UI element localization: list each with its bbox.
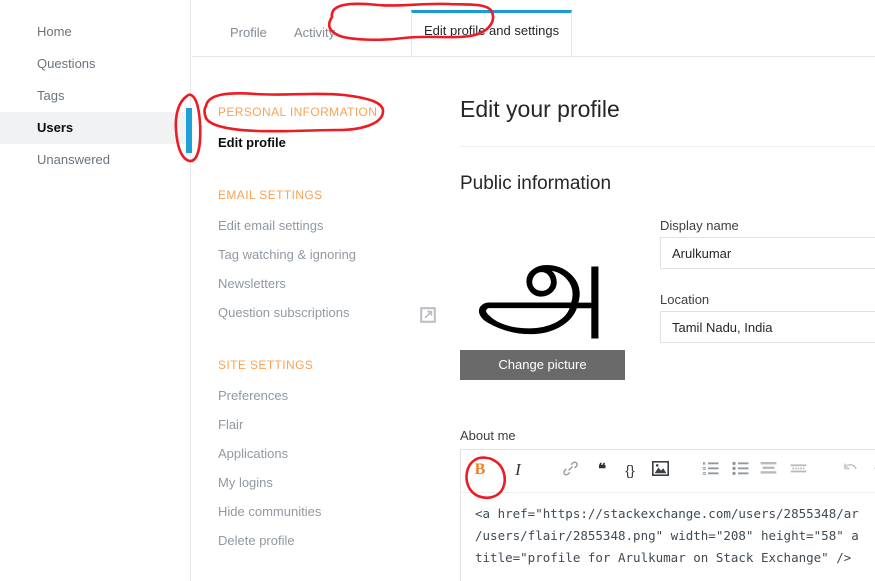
sidebar-item-users[interactable]: Users [0, 112, 190, 144]
horizontal-rule-icon[interactable] [787, 460, 809, 480]
editor-toolbar: B I ❝ {} [461, 450, 875, 493]
section-title-public-information: Public information [460, 173, 612, 194]
location-label: Location [660, 292, 710, 307]
avatar: அ [475, 220, 610, 350]
display-name-input[interactable]: Arulkumar [660, 237, 875, 269]
code-icon[interactable]: {} [619, 460, 641, 480]
settings-item-applications[interactable]: Applications [192, 446, 460, 461]
settings-item-question-subscriptions-label: Question subscriptions [218, 305, 350, 320]
settings-item-flair[interactable]: Flair [192, 417, 460, 432]
settings-navigation: PERSONAL INFORMATION Edit profile EMAIL … [192, 57, 460, 581]
about-me-editor: B I ❝ {} <a href="https://stackexchange.… [460, 449, 875, 581]
redo-icon[interactable] [869, 460, 875, 480]
settings-item-my-logins[interactable]: My logins [192, 475, 460, 490]
external-link-icon [420, 307, 436, 323]
settings-item-question-subscriptions[interactable]: Question subscriptions [192, 305, 460, 323]
settings-group-heading-site-settings: SITE SETTINGS [218, 358, 314, 372]
blockquote-icon[interactable]: ❝ [591, 460, 613, 480]
ordered-list-icon[interactable] [699, 460, 721, 480]
change-picture-button[interactable]: Change picture [460, 350, 625, 380]
location-input[interactable]: Tamil Nadu, India [660, 311, 875, 343]
settings-item-edit-profile[interactable]: Edit profile [192, 135, 460, 150]
location-field-group: Location Tamil Nadu, India [660, 292, 875, 343]
sidebar-item-unanswered[interactable]: Unanswered [0, 144, 190, 176]
about-me-textarea[interactable]: <a href="https://stackexchange.com/users… [461, 493, 875, 581]
avatar-block: அ Change picture [460, 220, 625, 380]
bold-icon[interactable]: B [469, 460, 491, 480]
sidebar-item-home[interactable]: Home [0, 16, 190, 48]
edit-profile-main-panel: Edit your profile Public information அ C… [460, 57, 875, 581]
site-navigation-sidebar: Home Questions Tags Users Unanswered [0, 0, 191, 581]
display-name-field-group: Display name Arulkumar [660, 218, 875, 269]
about-me-label: About me [460, 428, 516, 443]
settings-item-edit-email-settings[interactable]: Edit email settings [192, 218, 460, 233]
settings-item-newsletters[interactable]: Newsletters [192, 276, 460, 291]
tab-profile[interactable]: Profile [218, 17, 279, 52]
tab-activity[interactable]: Activity [282, 17, 347, 52]
sidebar-top-spacer [0, 0, 190, 16]
heading-icon[interactable] [757, 460, 779, 480]
italic-icon[interactable]: I [507, 460, 529, 480]
undo-icon[interactable] [839, 460, 861, 480]
settings-group-heading-personal-information: PERSONAL INFORMATION [218, 105, 378, 119]
settings-item-hide-communities[interactable]: Hide communities [192, 504, 460, 519]
tab-edit-profile-and-settings[interactable]: Edit profile and settings [411, 10, 573, 56]
display-name-label: Display name [660, 218, 739, 233]
settings-item-tag-watching-and-ignoring[interactable]: Tag watching & ignoring [192, 247, 460, 262]
profile-tabs: Profile Activity Edit profile and settin… [192, 0, 875, 57]
page-title: Edit your profile [460, 96, 620, 122]
bulleted-list-icon[interactable] [729, 460, 751, 480]
settings-item-preferences[interactable]: Preferences [192, 388, 460, 403]
settings-item-delete-profile[interactable]: Delete profile [192, 533, 460, 548]
title-divider [460, 146, 875, 147]
settings-group-heading-email-settings: EMAIL SETTINGS [218, 188, 323, 202]
sidebar-item-questions[interactable]: Questions [0, 48, 190, 80]
image-icon[interactable] [649, 460, 671, 480]
link-icon[interactable] [559, 460, 581, 480]
sidebar-item-tags[interactable]: Tags [0, 80, 190, 112]
